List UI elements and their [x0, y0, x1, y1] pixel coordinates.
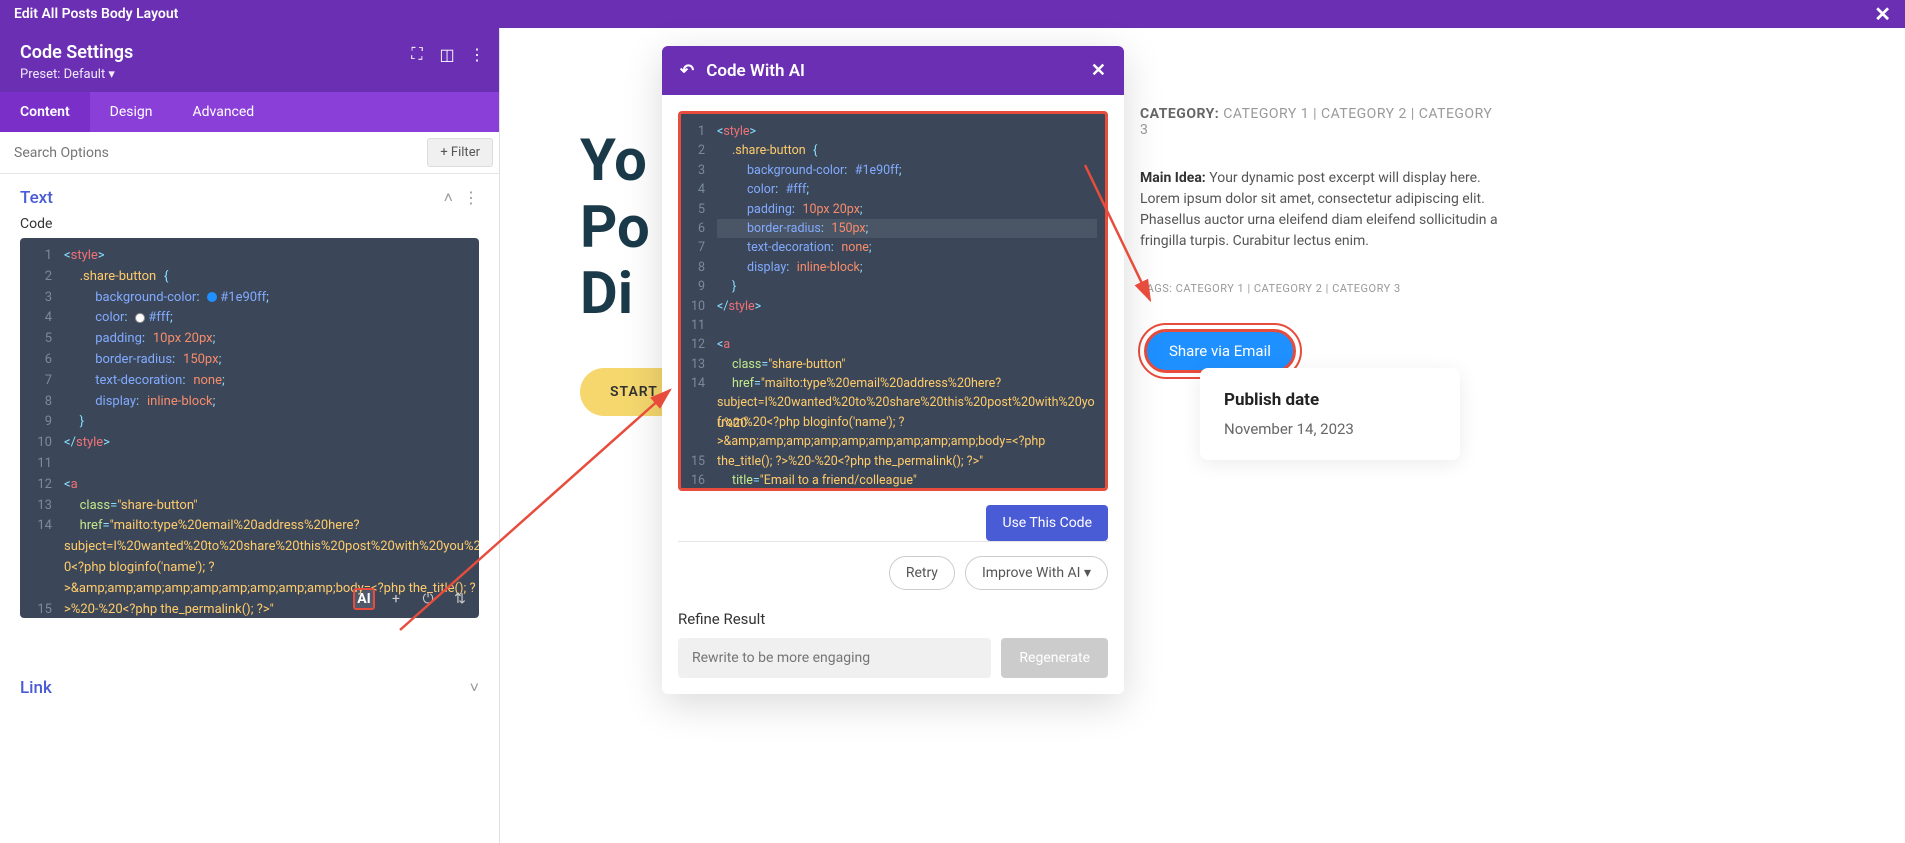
panel-header: Code Settings Preset: Default ▾ ⛶ ◫ ⋮ [0, 28, 499, 92]
back-icon[interactable]: ↶ [680, 61, 694, 81]
text-section-title: Text [20, 188, 53, 208]
ai-code-preview[interactable]: 123456789101112131415161718 <style> .sha… [678, 111, 1108, 491]
main-idea: Main Idea: Your dynamic post excerpt wil… [1140, 168, 1500, 252]
close-icon[interactable]: ✕ [1874, 2, 1891, 26]
expand-icon[interactable]: ⛶ [409, 46, 425, 62]
improve-with-ai-button[interactable]: Improve With AI ▾ [965, 556, 1108, 590]
retry-button[interactable]: Retry [889, 556, 955, 590]
tab-design[interactable]: Design [90, 92, 173, 132]
sort-icon[interactable]: ⇅ [449, 588, 471, 610]
use-this-code-button[interactable]: Use This Code [986, 505, 1108, 541]
ai-button[interactable]: AI [353, 588, 375, 610]
search-input[interactable] [0, 135, 421, 171]
more-icon[interactable]: ⋮ [469, 46, 485, 62]
publish-date: November 14, 2023 [1224, 420, 1436, 438]
search-row: + Filter [0, 132, 499, 174]
code-content[interactable]: <style> .share-button { background-color… [64, 246, 471, 618]
settings-panel: Code Settings Preset: Default ▾ ⛶ ◫ ⋮ Co… [0, 28, 500, 843]
tags-line: TAGS: CATEGORY 1 | CATEGORY 2 | CATEGORY… [1140, 282, 1500, 295]
refine-input[interactable] [678, 638, 991, 678]
chevron-down-icon[interactable]: ˅ [470, 678, 479, 698]
ai-modal-close-icon[interactable]: ✕ [1091, 60, 1106, 81]
ai-modal-header: ↶ Code With AI ✕ [662, 46, 1124, 95]
link-section-header[interactable]: Link ˅ [0, 658, 499, 706]
window-header: Edit All Posts Body Layout ✕ [0, 0, 1905, 28]
regenerate-button[interactable]: Regenerate [1001, 638, 1108, 678]
preset-selector[interactable]: Preset: Default ▾ [20, 67, 479, 82]
collapse-icon[interactable]: ˄ [444, 188, 453, 208]
code-field-label: Code [0, 216, 499, 238]
post-meta: CATEGORY: CATEGORY 1 | CATEGORY 2 | CATE… [1140, 106, 1500, 377]
layout-icon[interactable]: ◫ [439, 46, 455, 62]
link-section-title: Link [20, 678, 52, 698]
tab-advanced[interactable]: Advanced [173, 92, 275, 132]
window-title: Edit All Posts Body Layout [14, 6, 178, 22]
publish-date-card: Publish date November 14, 2023 [1200, 368, 1460, 460]
add-icon[interactable]: + [385, 588, 407, 610]
section-more-icon[interactable]: ⋮ [463, 188, 479, 208]
tab-content[interactable]: Content [0, 92, 90, 132]
decorative-blob [1805, 148, 1905, 348]
publish-label: Publish date [1224, 390, 1436, 410]
ai-modal-title: Code With AI [706, 61, 805, 81]
category-line: CATEGORY: CATEGORY 1 | CATEGORY 2 | CATE… [1140, 106, 1500, 138]
filter-button[interactable]: + Filter [427, 138, 493, 167]
power-icon[interactable]: ⏻ [417, 588, 439, 610]
refine-result-label: Refine Result [678, 610, 1108, 628]
code-editor[interactable]: 123456789101112131415161718 <style> .sha… [20, 238, 479, 618]
settings-tabs: Content Design Advanced [0, 92, 499, 132]
text-section-header[interactable]: Text ˄ ⋮ [0, 174, 499, 216]
code-with-ai-modal: ↶ Code With AI ✕ 12345678910111213141516… [662, 46, 1124, 694]
share-via-email-button[interactable]: Share via Email [1144, 329, 1296, 373]
